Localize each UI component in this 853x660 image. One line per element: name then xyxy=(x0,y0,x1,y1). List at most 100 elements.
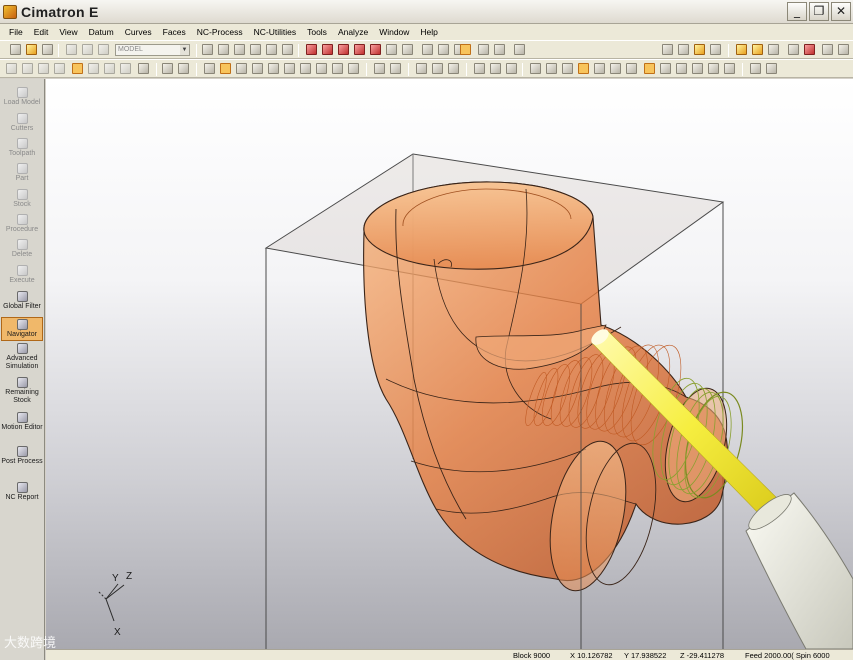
nc-load-model-button[interactable]: Load Model xyxy=(1,87,43,107)
nc-motion-editor-button[interactable]: Motion Editor xyxy=(1,412,43,432)
snap-point-icon[interactable] xyxy=(750,63,761,74)
view-top-icon[interactable] xyxy=(338,44,349,55)
move-icon[interactable] xyxy=(490,63,501,74)
color-icon[interactable] xyxy=(694,44,705,55)
nc-toolpath-button[interactable]: Toolpath xyxy=(1,138,43,158)
menu-curves[interactable]: Curves xyxy=(125,27,152,37)
view-right-icon[interactable] xyxy=(354,44,365,55)
menu-nc-utilities[interactable]: NC-Utilities xyxy=(254,27,297,37)
sketch-constraint-icon[interactable] xyxy=(644,63,655,74)
face-icon[interactable] xyxy=(104,63,115,74)
menu-help[interactable]: Help xyxy=(420,27,437,37)
nc-procedure-button[interactable]: Procedure xyxy=(1,214,43,234)
line-icon[interactable] xyxy=(22,63,33,74)
body-icon[interactable] xyxy=(120,63,131,74)
transform-icon[interactable] xyxy=(474,63,485,74)
new-file-icon[interactable] xyxy=(10,44,21,55)
view-side-icon[interactable] xyxy=(386,44,397,55)
view-iso-icon[interactable] xyxy=(370,44,381,55)
blank-icon[interactable] xyxy=(710,44,721,55)
display-mode-icon[interactable] xyxy=(478,44,489,55)
menu-tools[interactable]: Tools xyxy=(307,27,327,37)
arrow-left-icon[interactable] xyxy=(788,44,799,55)
sketch-dimension-icon[interactable] xyxy=(626,63,637,74)
help-icon[interactable] xyxy=(838,44,849,55)
sketch-circle-icon[interactable] xyxy=(562,63,573,74)
copy-icon[interactable] xyxy=(448,63,459,74)
blend-icon[interactable] xyxy=(416,63,427,74)
maximize-button[interactable]: ❐ xyxy=(809,2,829,21)
display-options-icon[interactable] xyxy=(494,44,505,55)
wireframe-icon[interactable] xyxy=(422,44,433,55)
draft-icon[interactable] xyxy=(348,63,359,74)
view-list-icon[interactable] xyxy=(514,44,525,55)
zoom-icon[interactable] xyxy=(250,44,261,55)
sketch-tool-icon[interactable] xyxy=(660,63,671,74)
sketch-project-icon[interactable] xyxy=(676,63,687,74)
sketch-spline-icon[interactable] xyxy=(578,63,589,74)
measure-icon[interactable] xyxy=(284,63,295,74)
analyze-icon[interactable] xyxy=(316,63,327,74)
filter-icon[interactable] xyxy=(138,63,149,74)
ucs-icon[interactable] xyxy=(236,63,247,74)
pin-icon[interactable] xyxy=(768,44,779,55)
coordinate-icon[interactable] xyxy=(708,63,719,74)
nc-stock-button[interactable]: Stock xyxy=(1,189,43,209)
sketch-trim-icon[interactable] xyxy=(594,63,605,74)
settings-icon[interactable] xyxy=(822,44,833,55)
zoom-all-icon[interactable] xyxy=(202,44,213,55)
bulb-icon[interactable] xyxy=(752,44,763,55)
sketch-offset-icon[interactable] xyxy=(692,63,703,74)
snap-options-icon[interactable] xyxy=(766,63,777,74)
stop-icon[interactable] xyxy=(804,44,815,55)
view-front-icon[interactable] xyxy=(322,44,333,55)
offset-icon[interactable] xyxy=(432,63,443,74)
set-icon[interactable] xyxy=(678,44,689,55)
nc-navigator-button[interactable]: Navigator xyxy=(1,317,43,341)
menu-file[interactable]: File xyxy=(9,27,23,37)
extend-icon[interactable] xyxy=(178,63,189,74)
transparent-icon[interactable] xyxy=(460,44,471,55)
nc-delete-button[interactable]: Delete xyxy=(1,239,43,259)
menu-analyze[interactable]: Analyze xyxy=(338,27,368,37)
layer-icon[interactable] xyxy=(662,44,673,55)
nc-report-button[interactable]: NC Report xyxy=(1,482,43,502)
hidden-line-icon[interactable] xyxy=(438,44,449,55)
select-icon[interactable] xyxy=(98,44,109,55)
point-icon[interactable] xyxy=(6,63,17,74)
menu-window[interactable]: Window xyxy=(379,27,409,37)
minimize-button[interactable]: _ xyxy=(787,2,807,21)
spline-icon[interactable] xyxy=(54,63,65,74)
menu-edit[interactable]: Edit xyxy=(34,27,49,37)
zoom-window-icon[interactable] xyxy=(218,44,229,55)
menu-faces[interactable]: Faces xyxy=(163,27,186,37)
redo-icon[interactable] xyxy=(82,44,93,55)
menu-nc-process[interactable]: NC-Process xyxy=(197,27,243,37)
trim-icon[interactable] xyxy=(162,63,173,74)
view-bottom-icon[interactable] xyxy=(402,44,413,55)
sketch-arc-icon[interactable] xyxy=(546,63,557,74)
section-icon[interactable] xyxy=(300,63,311,74)
curvature-icon[interactable] xyxy=(332,63,343,74)
snap-icon[interactable] xyxy=(268,63,279,74)
nc-global-filter-button[interactable]: Global Filter xyxy=(1,291,43,311)
sketch-line-icon[interactable] xyxy=(530,63,541,74)
rotate-icon[interactable] xyxy=(282,44,293,55)
edge-icon[interactable] xyxy=(88,63,99,74)
datum-plane-icon[interactable] xyxy=(204,63,215,74)
graphics-viewport[interactable]: Y Z X xyxy=(46,79,853,649)
menu-datum[interactable]: Datum xyxy=(89,27,114,37)
close-button[interactable]: ✕ xyxy=(831,2,851,21)
pan-icon[interactable] xyxy=(266,44,277,55)
nc-remaining-stock-button[interactable]: Remaining Stock xyxy=(1,377,43,405)
undo-icon[interactable] xyxy=(66,44,77,55)
nc-advanced-simulation-button[interactable]: Advanced Simulation xyxy=(1,343,43,371)
sketch-cross-icon[interactable] xyxy=(610,63,621,74)
menu-view[interactable]: View xyxy=(59,27,77,37)
mirror-icon[interactable] xyxy=(506,63,517,74)
pick-icon[interactable] xyxy=(72,63,83,74)
nc-part-button[interactable]: Part xyxy=(1,163,43,183)
arc-icon[interactable] xyxy=(38,63,49,74)
nc-execute-button[interactable]: Execute xyxy=(1,265,43,285)
nc-cutters-button[interactable]: Cutters xyxy=(1,113,43,133)
